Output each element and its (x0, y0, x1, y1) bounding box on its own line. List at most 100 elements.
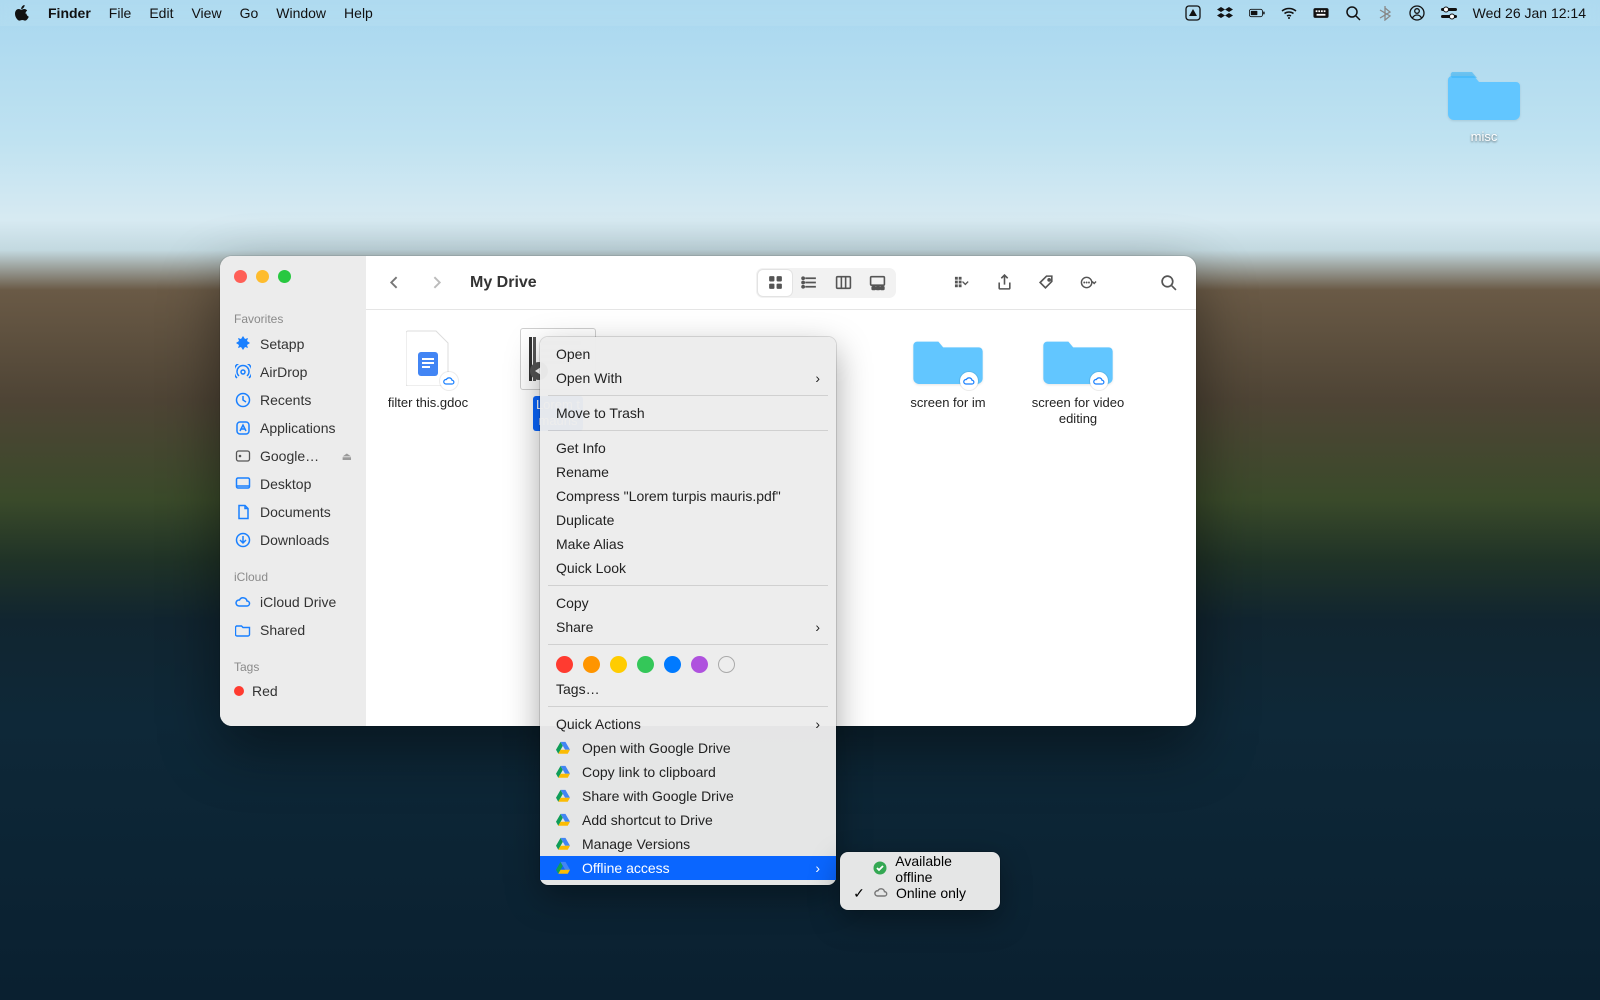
file-gdoc[interactable]: filter this.gdoc (378, 328, 478, 412)
menu-view[interactable]: View (191, 5, 221, 21)
folder-icon (1448, 66, 1520, 120)
tag-color-orange[interactable] (583, 656, 600, 673)
tag-color-red[interactable] (556, 656, 573, 673)
sidebar-item-google-drive[interactable]: Google… (220, 442, 366, 470)
menuextra-spotlight-icon[interactable] (1345, 5, 1361, 21)
submenu-available-offline[interactable]: Available offline (840, 857, 1000, 881)
gdoc-thumb (392, 328, 464, 388)
ctx-open-with[interactable]: Open With› (540, 366, 836, 390)
menu-help[interactable]: Help (344, 5, 373, 21)
actions-button[interactable] (1074, 269, 1102, 297)
sidebar-item-airdrop[interactable]: AirDrop (220, 358, 366, 386)
menu-file[interactable]: File (109, 5, 132, 21)
ctx-make-alias[interactable]: Make Alias (540, 532, 836, 556)
cloud-badge-icon (440, 372, 458, 390)
tag-color-green[interactable] (637, 656, 654, 673)
menuextra-keyboard-icon[interactable] (1313, 5, 1329, 21)
sidebar-section-icloud: iCloud (220, 564, 366, 588)
file-label: screen for im (907, 394, 988, 412)
google-drive-icon (556, 861, 574, 875)
ctx-quick-actions[interactable]: Quick Actions› (540, 712, 836, 736)
file-label: filter this.gdoc (385, 394, 471, 412)
ctx-get-info[interactable]: Get Info (540, 436, 836, 460)
sidebar-item-downloads[interactable]: Downloads (220, 526, 366, 554)
file-folder-screen-im[interactable]: screen for im (898, 328, 998, 412)
menuextra-dropbox-icon[interactable] (1217, 5, 1233, 21)
finder-sidebar: Favorites Setapp AirDrop Recents Applica… (220, 256, 366, 726)
cloud-icon (234, 593, 252, 611)
chevron-right-icon: › (815, 619, 820, 635)
desktop-icon (234, 475, 252, 493)
sidebar-item-icloud-drive[interactable]: iCloud Drive (220, 588, 366, 616)
google-drive-icon (556, 789, 574, 803)
cloud-icon (874, 885, 888, 901)
apple-icon[interactable] (14, 5, 30, 21)
tag-color-none[interactable] (718, 656, 735, 673)
menuextra-clock[interactable]: Wed 26 Jan 12:14 (1473, 5, 1586, 21)
sidebar-item-setapp[interactable]: Setapp (220, 330, 366, 358)
menuextra-triangle-icon[interactable] (1185, 5, 1201, 21)
sidebar-item-recents[interactable]: Recents (220, 386, 366, 414)
ctx-share[interactable]: Share› (540, 615, 836, 639)
airdrop-icon (234, 363, 252, 381)
view-list-button[interactable] (792, 270, 826, 296)
minimize-button[interactable] (256, 270, 269, 283)
window-controls (234, 270, 291, 283)
nav-back-button[interactable] (380, 269, 408, 297)
menu-bar: Finder File Edit View Go Window Help Wed… (0, 0, 1600, 26)
share-button[interactable] (990, 269, 1018, 297)
menu-go[interactable]: Go (240, 5, 259, 21)
ctx-gd-versions[interactable]: Manage Versions (540, 832, 836, 856)
ctx-quick-look[interactable]: Quick Look (540, 556, 836, 580)
ctx-duplicate[interactable]: Duplicate (540, 508, 836, 532)
menuextra-bluetooth-off-icon[interactable] (1377, 5, 1393, 21)
sidebar-item-shared[interactable]: Shared (220, 616, 366, 644)
menu-app-name[interactable]: Finder (48, 5, 91, 21)
close-button[interactable] (234, 270, 247, 283)
ctx-gd-open[interactable]: Open with Google Drive (540, 736, 836, 760)
view-icons-button[interactable] (758, 270, 792, 296)
separator (548, 644, 828, 645)
finder-toolbar: My Drive (366, 256, 1196, 310)
search-button[interactable] (1154, 269, 1182, 297)
google-drive-icon (556, 765, 574, 779)
view-columns-button[interactable] (826, 270, 860, 296)
desktop-folder-misc[interactable]: misc (1440, 66, 1528, 144)
menu-edit[interactable]: Edit (149, 5, 173, 21)
ctx-move-to-trash[interactable]: Move to Trash (540, 401, 836, 425)
nav-forward-button[interactable] (422, 269, 450, 297)
ctx-gd-shortcut[interactable]: Add shortcut to Drive (540, 808, 836, 832)
menuextra-wifi-icon[interactable] (1281, 5, 1297, 21)
tags-button[interactable] (1032, 269, 1060, 297)
group-by-button[interactable] (948, 269, 976, 297)
ctx-open[interactable]: Open (540, 342, 836, 366)
ctx-compress[interactable]: Compress "Lorem turpis mauris.pdf" (540, 484, 836, 508)
folder-thumb (912, 328, 984, 388)
tag-color-yellow[interactable] (610, 656, 627, 673)
ctx-rename[interactable]: Rename (540, 460, 836, 484)
menuextra-battery-icon[interactable] (1249, 5, 1265, 21)
sidebar-tag-red[interactable]: Red (220, 678, 366, 704)
ctx-tags[interactable]: Tags… (540, 677, 836, 701)
ctx-tag-colors (540, 650, 836, 677)
desktop-folder-label: misc (1440, 129, 1528, 144)
ctx-gd-copy-link[interactable]: Copy link to clipboard (540, 760, 836, 784)
documents-icon (234, 503, 252, 521)
zoom-button[interactable] (278, 270, 291, 283)
google-drive-icon (556, 813, 574, 827)
menu-window[interactable]: Window (276, 5, 326, 21)
sidebar-section-tags: Tags (220, 654, 366, 678)
view-gallery-button[interactable] (860, 270, 894, 296)
tag-color-blue[interactable] (664, 656, 681, 673)
ctx-copy[interactable]: Copy (540, 591, 836, 615)
menuextra-user-icon[interactable] (1409, 5, 1425, 21)
ctx-gd-offline-access[interactable]: Offline access› (540, 856, 836, 880)
tag-color-purple[interactable] (691, 656, 708, 673)
file-folder-screen-video[interactable]: screen for videoediting (1028, 328, 1128, 429)
separator (548, 430, 828, 431)
ctx-gd-share[interactable]: Share with Google Drive (540, 784, 836, 808)
sidebar-item-applications[interactable]: Applications (220, 414, 366, 442)
sidebar-item-documents[interactable]: Documents (220, 498, 366, 526)
menuextra-controlcenter-icon[interactable] (1441, 5, 1457, 21)
sidebar-item-desktop[interactable]: Desktop (220, 470, 366, 498)
